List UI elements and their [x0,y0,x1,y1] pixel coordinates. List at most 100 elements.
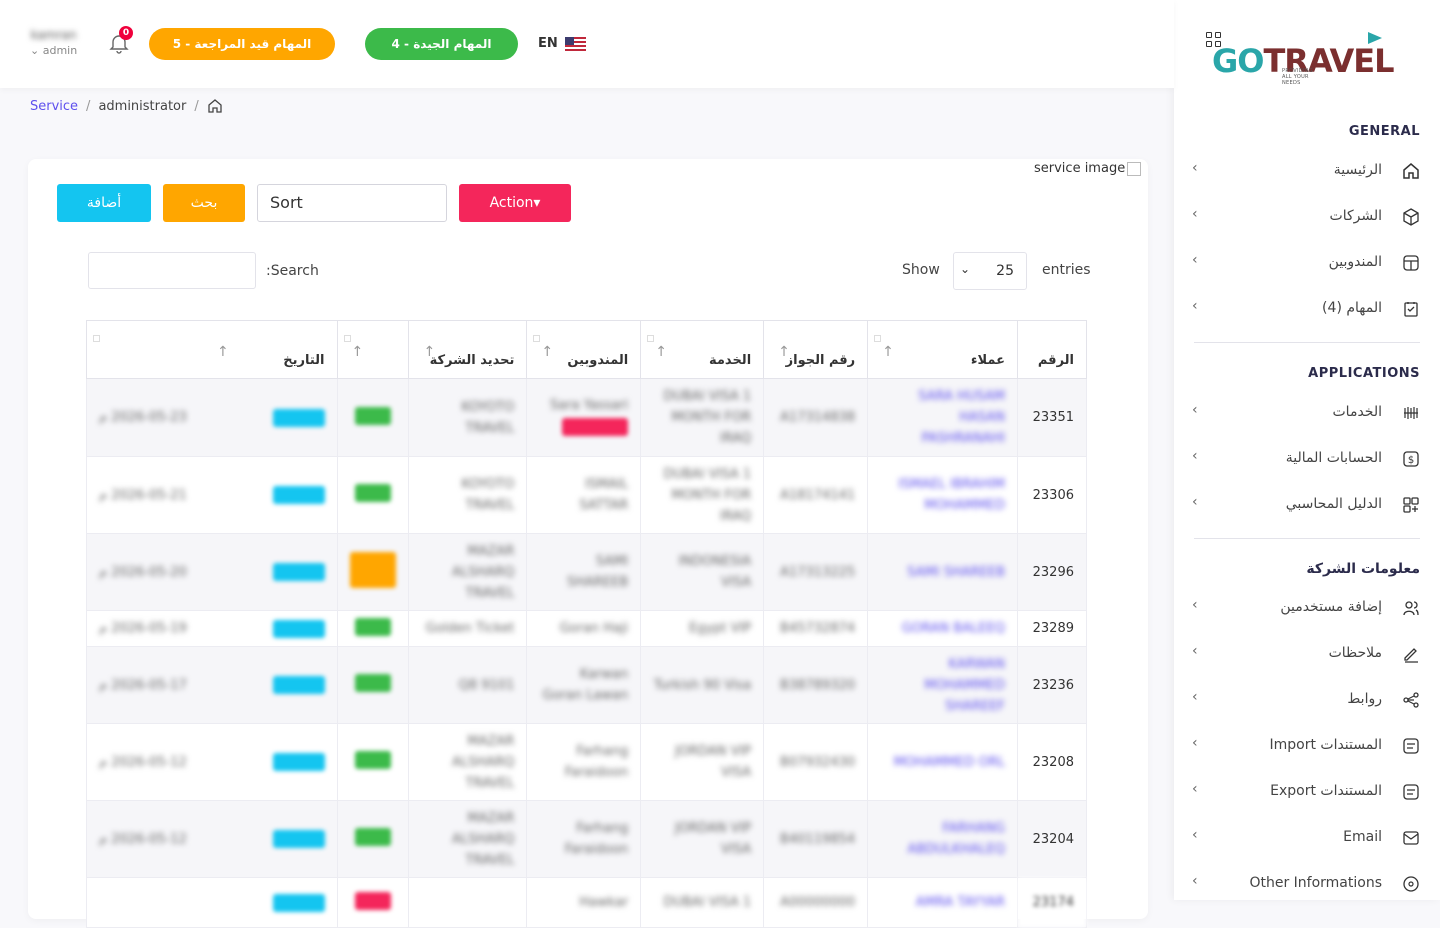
page-length-select[interactable]: ⌄ 25 [953,252,1027,290]
section-general: GENERAL [1348,124,1420,139]
pending-tasks-button[interactable]: 5 - المهام قيد المراجعة [149,28,335,60]
chevron-left-icon: ‹ [1192,689,1198,705]
cell-delegate: Goran Haji [559,621,629,636]
table-row[interactable]: 23306 ISMAEL IBRAHIM MOHAMMED A18174141 … [86,456,1087,534]
chevron-left-icon: ‹ [1192,402,1198,418]
breadcrumb-separator: / [86,98,91,114]
us-flag-icon[interactable] [565,37,586,51]
table-row[interactable]: 23296 SAMI SHAREEB A17313225 INDONESIA V… [86,533,1087,611]
sidebar-item-home[interactable]: ‹ الرئيسية [1174,156,1440,186]
cell-company: KOYOTO TRAVEL [461,399,515,436]
client-link[interactable]: GORAN BALEEQ [880,618,1005,639]
notifications-button[interactable]: 0 [108,26,133,54]
col-header-delegates[interactable]: ↑ المندوبين [526,320,642,379]
status-badge [354,674,391,692]
sidebar-item-delegates[interactable]: ‹ المندوبين [1174,248,1440,278]
edit-button[interactable] [272,486,325,504]
home-icon[interactable] [207,98,223,114]
client-link[interactable]: SARA HUSAM HASAN PASHRANAHI [880,386,1005,449]
cell-date: 2026-05-20 م [99,564,187,580]
sidebar-item-export-docs[interactable]: ‹ Export المستندات [1174,777,1440,807]
sidebar-item-tasks[interactable]: ‹ المهام (4) [1174,294,1440,324]
user-menu[interactable]: kamran ⌄ admin [30,28,77,57]
gotravel-logo[interactable]: GOTRAVEL PROVIDING ALL YOUR NEEDS [1206,28,1395,86]
table-row[interactable]: 23236 KARWAN MOHAMMED SHAREEF B38789320 … [86,646,1087,724]
sidebar-item-other-info[interactable]: ‹ Other Informations [1174,869,1440,899]
breadcrumb-service-link[interactable]: Service [30,99,78,114]
table-body: 23351 SARA HUSAM HASAN PASHRANAHI A17314… [86,378,1087,928]
sidebar-item-label: المهام (4) [1322,300,1382,316]
client-link[interactable]: KARWAN MOHAMMED SHAREEF [880,654,1005,717]
client-link[interactable]: ISMAEL IBRAHIM MOHAMMED [880,474,1005,516]
sidebar-item-add-users[interactable]: ‹ إضافة مستخدمين [1174,593,1440,623]
edit-button[interactable] [272,408,325,427]
table-row[interactable]: 23289 GORAN BALEEQ B45732874 Egypt VIP G… [86,610,1087,647]
cell-passport: A18174141 [780,487,856,503]
svg-text:$: $ [1408,455,1414,466]
sort-input[interactable]: Sort [257,184,447,222]
sidebar-item-email[interactable]: ‹ Email [1174,823,1440,853]
col-header-passport[interactable]: ↑ رقم الجواز [763,320,869,379]
client-link[interactable]: AMRA TAYYAR [880,892,1005,913]
info-circle-icon [1403,876,1419,892]
sidebar-item-services[interactable]: ‹ الخدمات [1174,398,1440,428]
col-header-id[interactable]: الرقم [1017,320,1087,379]
breadcrumb-separator: / [194,98,199,114]
logo-go-text: GO [1212,42,1264,80]
sort-indicator [874,335,882,342]
sidebar-item-accounts[interactable]: ‹ الحسابات المالية $ [1174,444,1440,474]
add-button[interactable]: أضافة [57,184,151,222]
grid-add-icon [1403,497,1419,513]
cell-passport: A00000000 [780,895,856,910]
client-link[interactable]: SAMI SHAREEB [880,562,1005,583]
edit-button[interactable] [272,753,325,771]
cell-id: 23236 [1017,646,1087,724]
edit-button[interactable] [272,619,325,638]
sort-arrow-icon: ↑ [655,344,667,360]
client-link[interactable]: MOHAMMED ORL [880,752,1005,773]
edit-button[interactable] [272,563,325,581]
cell-id: 23208 [1017,723,1087,801]
col-header-label: المندوبين [567,353,629,368]
status-badge [354,617,391,636]
sidebar-item-ledger[interactable]: ‹ الدليل المحاسبي [1174,490,1440,520]
sort-arrow-icon: ↑ [423,344,436,360]
search-label: :Search [266,263,319,279]
edit-button[interactable] [272,830,325,848]
language-label[interactable]: EN [538,36,558,51]
cell-service: DUBAI VISA 1 MONTH FOR IRAQ [663,389,752,446]
sidebar-item-notes[interactable]: ‹ ملاحظات [1174,639,1440,669]
table-row[interactable]: 23208 MOHAMMED ORL B07932430 JORDAN VIP … [86,723,1087,801]
cell-id: 23296 [1017,533,1087,611]
sidebar-item-links[interactable]: ‹ روابط [1174,685,1440,715]
col-header-service[interactable]: ↑ الخدمة [640,320,765,379]
col-header-label: التاريخ [283,353,325,368]
sidebar-item-import-docs[interactable]: ‹ Import المستندات [1174,731,1440,761]
col-header-date[interactable]: ↑ التاريخ [86,320,338,379]
document-icon [1403,784,1419,800]
cell-passport: B40119854 [780,831,856,847]
search-button[interactable]: بحث [163,184,245,222]
chevron-left-icon: ‹ [1192,597,1198,613]
table-row[interactable]: 23174 AMRA TAYYAR A00000000 DUBAI VISA 1… [86,877,1087,928]
section-applications: APPLICATIONS [1308,366,1420,381]
table-row[interactable]: 23204 FARHANG ABDULKHALEQ B40119854 JORD… [86,800,1087,878]
search-input[interactable] [88,252,256,289]
sidebar-item-companies[interactable]: ‹ الشركات [1174,202,1440,232]
breadcrumb-administrator[interactable]: administrator [98,99,186,114]
chevron-left-icon: ‹ [1192,494,1198,510]
cell-date: 2026-05-21 م [99,487,187,503]
col-header-company[interactable]: ↑ تحديد الشركة [408,320,528,379]
cell-company: Golden Ticket [425,621,515,636]
col-header-status[interactable]: ↑ [336,320,410,379]
status-badge [354,406,391,425]
entries-label: entries [1042,262,1091,278]
sidebar-item-label: الخدمات [1332,404,1383,420]
table-row[interactable]: 23351 SARA HUSAM HASAN PASHRANAHI A17314… [86,378,1087,457]
col-header-client[interactable]: ↑ عملاء [867,320,1019,379]
client-link[interactable]: FARHANG ABDULKHALEQ [880,818,1005,860]
good-tasks-button[interactable]: 4 - المهام الجيدة [365,28,518,60]
edit-button[interactable] [272,676,325,694]
edit-button[interactable] [272,893,325,912]
action-dropdown-button[interactable]: Action▾ [459,184,571,222]
